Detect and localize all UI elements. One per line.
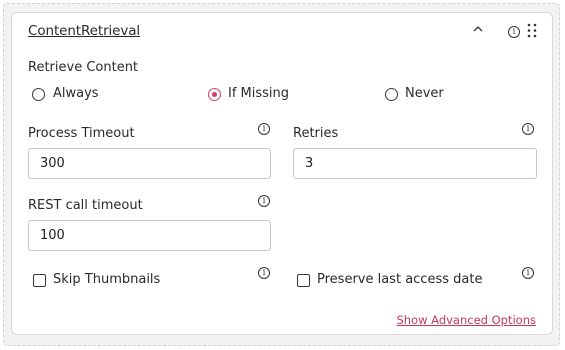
process-timeout-label: Process Timeout [28, 126, 135, 141]
retries-label: Retries [293, 126, 339, 141]
radio-always-label: Always [53, 86, 99, 101]
info-icon[interactable]: i [522, 123, 534, 135]
retrieve-content-label: Retrieve Content [28, 60, 139, 75]
info-icon[interactable]: i [258, 267, 270, 279]
show-advanced-options-link[interactable]: Show Advanced Options [396, 313, 536, 327]
radio-circle[interactable] [385, 88, 398, 101]
radio-never-label: Never [405, 86, 444, 101]
retries-input[interactable]: 3 [293, 148, 537, 179]
card-title[interactable]: ContentRetrieval [28, 23, 140, 39]
radio-if-missing-label: If Missing [228, 86, 290, 101]
checkbox-box[interactable] [297, 274, 310, 287]
radio-circle-selected[interactable] [208, 88, 221, 101]
info-icon[interactable]: i [258, 123, 270, 135]
chevron-up-icon[interactable] [472, 23, 484, 35]
rest-timeout-label: REST call timeout [28, 198, 143, 213]
radio-circle[interactable] [32, 88, 45, 101]
drag-handle-icon[interactable] [526, 23, 538, 38]
rest-timeout-input[interactable]: 100 [28, 220, 271, 251]
info-icon[interactable]: i [258, 195, 270, 207]
content-retrieval-card: ContentRetrieval i Retrieve Content Alwa… [11, 12, 553, 335]
info-icon[interactable]: i [508, 26, 520, 38]
process-timeout-input[interactable]: 300 [28, 148, 271, 179]
checkbox-box[interactable] [33, 274, 46, 287]
info-icon[interactable]: i [522, 267, 534, 279]
skip-thumbnails-label: Skip Thumbnails [53, 272, 161, 287]
preserve-access-label: Preserve last access date [317, 272, 483, 287]
